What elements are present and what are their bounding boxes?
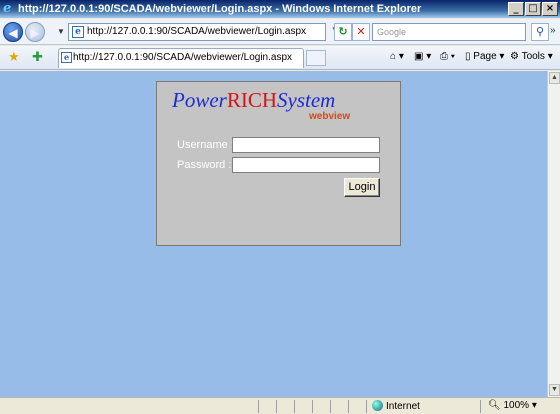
navigation-bar: ◀ ▶ ▼ e http://127.0.0.1:90/SCADA/webvie… — [0, 19, 560, 45]
page-content: PowerRICHSystem webview Username : Passw… — [0, 71, 547, 397]
history-dropdown-icon[interactable]: ▼ — [57, 27, 65, 36]
tools-menu-label: Tools — [521, 51, 545, 62]
scroll-down-arrow-icon[interactable]: ▼ — [549, 384, 560, 396]
password-input[interactable] — [232, 157, 380, 173]
home-icon[interactable]: ⌂ ▾ — [390, 51, 404, 62]
status-divider — [348, 400, 349, 413]
ie-logo-icon: e — [3, 1, 12, 16]
window-title: http://127.0.0.1:90/SCADA/webviewer/Logi… — [18, 3, 422, 15]
password-label: Password : — [177, 159, 232, 171]
close-button[interactable]: × — [542, 2, 558, 16]
title-bar: e http://127.0.0.1:90/SCADA/webviewer/Lo… — [0, 0, 560, 18]
search-button[interactable]: ⚲ — [531, 23, 549, 41]
tab-title: http://127.0.0.1:90/SCADA/webviewer/Logi… — [73, 52, 293, 63]
status-divider — [258, 400, 259, 413]
login-button[interactable]: Login — [344, 178, 380, 197]
more-chevron-icon[interactable]: » — [550, 25, 556, 36]
zoom-level: 100% — [503, 400, 530, 411]
browser-window: e http://127.0.0.1:90/SCADA/webviewer/Lo… — [0, 0, 560, 414]
maximize-button[interactable]: □ — [525, 2, 541, 16]
username-input[interactable] — [232, 137, 380, 153]
zoom-control[interactable]: 🔍︎ 100% ▾ — [488, 400, 537, 411]
brand-subtitle: webview — [309, 111, 351, 122]
forward-button[interactable]: ▶ — [25, 22, 45, 42]
brand-logo: PowerRICHSystem — [172, 88, 335, 112]
status-divider — [294, 400, 295, 413]
tab-login[interactable]: e http://127.0.0.1:90/SCADA/webviewer/Lo… — [58, 48, 304, 68]
status-divider — [330, 400, 331, 413]
print-icon[interactable]: ⎙ ▾ — [440, 51, 455, 62]
tools-menu[interactable]: ⚙ Tools ▾ — [510, 51, 553, 62]
vertical-scrollbar[interactable]: ▲ ▼ — [547, 71, 560, 397]
zone-label: Internet — [386, 401, 420, 412]
status-divider — [312, 400, 313, 413]
minimize-button[interactable]: _ — [508, 2, 524, 16]
brand-power-text: Power — [172, 88, 227, 112]
back-button[interactable]: ◀ — [3, 22, 23, 42]
page-menu-label: Page — [473, 51, 497, 62]
page-icon: e — [72, 26, 84, 38]
refresh-button[interactable]: ↻ — [334, 23, 352, 41]
search-input[interactable]: Google — [372, 23, 526, 41]
status-divider — [366, 400, 367, 413]
tab-page-icon: e — [61, 52, 72, 63]
brand-system-text: System — [277, 88, 336, 112]
favorites-star-icon[interactable]: ★ — [8, 49, 20, 65]
address-text: http://127.0.0.1:90/SCADA/webviewer/Logi… — [87, 26, 307, 37]
new-tab-button[interactable] — [306, 50, 326, 66]
page-menu[interactable]: ▯ Page ▾ — [465, 51, 504, 62]
tab-bar: ★ ✚ e http://127.0.0.1:90/SCADA/webviewe… — [0, 46, 560, 70]
username-label: Username : — [177, 139, 234, 151]
add-favorites-icon[interactable]: ✚ — [32, 49, 43, 65]
status-divider — [276, 400, 277, 413]
scroll-up-arrow-icon[interactable]: ▲ — [549, 72, 560, 84]
brand-rich-text: RICH — [226, 88, 278, 112]
stop-button[interactable]: ✕ — [352, 23, 370, 41]
address-bar[interactable]: e http://127.0.0.1:90/SCADA/webviewer/Lo… — [68, 23, 326, 41]
status-divider — [480, 400, 481, 413]
security-zone: Internet — [372, 400, 420, 412]
status-bar: Internet 🔍︎ 100% ▾ — [0, 397, 560, 414]
window-controls: _ □ × — [508, 2, 558, 16]
login-panel: PowerRICHSystem webview Username : Passw… — [156, 81, 401, 246]
globe-icon — [372, 400, 383, 411]
feeds-icon[interactable]: ▣ ▾ — [414, 51, 431, 62]
